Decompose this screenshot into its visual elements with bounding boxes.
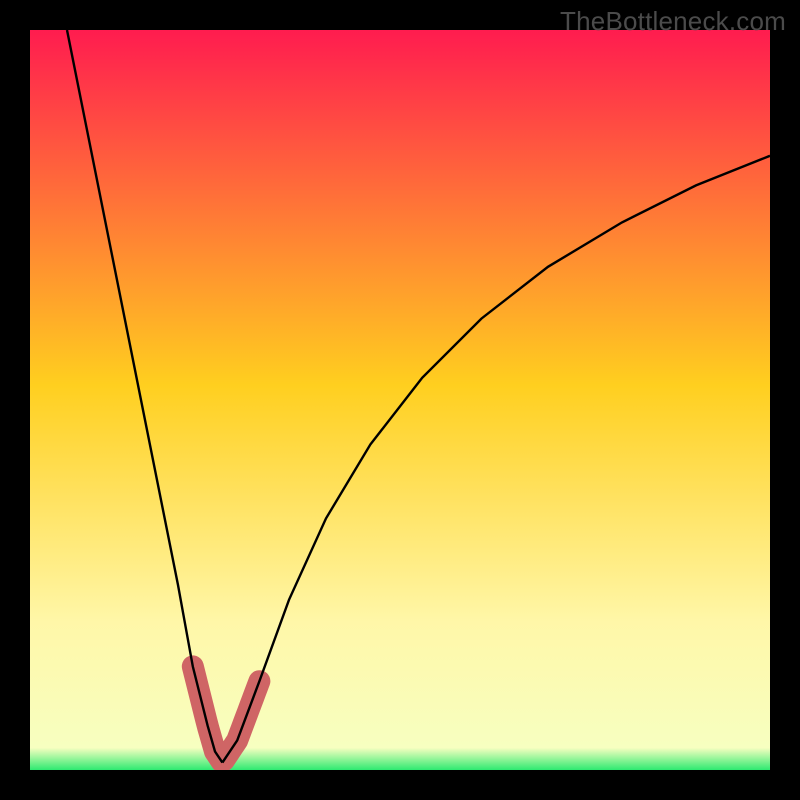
chart-plot-area bbox=[30, 30, 770, 770]
watermark-text: TheBottleneck.com bbox=[560, 6, 786, 37]
chart-frame: TheBottleneck.com bbox=[0, 0, 800, 800]
chart-svg bbox=[30, 30, 770, 770]
